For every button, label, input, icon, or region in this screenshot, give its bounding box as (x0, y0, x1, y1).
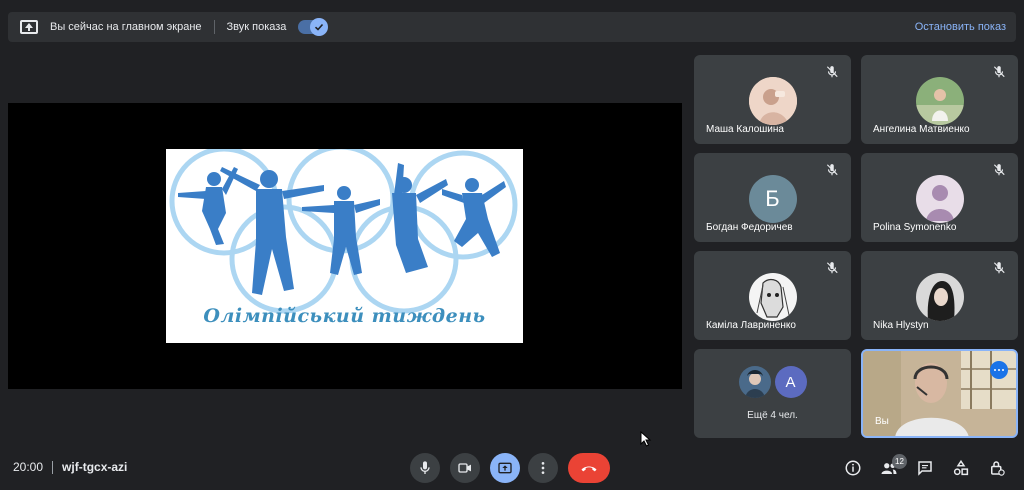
activities-icon (953, 459, 969, 476)
camera-icon (458, 463, 471, 473)
participant-name: Nika Hlystyn (873, 320, 929, 331)
avatar (915, 175, 964, 223)
present-button[interactable] (490, 453, 520, 483)
info-icon (845, 460, 861, 476)
avatar (915, 77, 964, 125)
shared-screen: Олімпійський тиждень (8, 103, 682, 389)
more-participants-label: Ещё 4 чел. (747, 410, 798, 421)
mic-off-icon (826, 66, 838, 78)
avatar (738, 366, 771, 398)
sound-toggle[interactable] (298, 18, 329, 36)
chat-icon (918, 461, 932, 476)
participants-count-badge: 12 (892, 454, 907, 469)
host-controls-icon (991, 461, 1005, 476)
activities-button[interactable] (950, 457, 972, 479)
participant-tile[interactable]: Каміла Лавриненко (694, 251, 851, 340)
mic-icon (420, 461, 430, 474)
more-dots-icon[interactable] (990, 361, 1008, 379)
meeting-code: wjf-tgcx-azi (62, 460, 128, 474)
avatar (748, 77, 797, 125)
avatar (915, 273, 964, 321)
host-controls-button[interactable] (986, 457, 1008, 479)
participant-tile[interactable]: Ангелина Матвиенко (861, 55, 1018, 144)
avatar: А (774, 366, 807, 398)
mic-off-icon (826, 262, 838, 274)
meeting-details-button[interactable] (842, 457, 864, 479)
participant-name: Polina Symonenko (873, 222, 957, 233)
mic-off-icon (993, 262, 1005, 274)
hangup-icon (581, 466, 597, 472)
check-icon (310, 18, 329, 36)
participant-name: Богдан Федоричев (706, 222, 793, 233)
people-button[interactable]: 12 (878, 454, 907, 479)
divider (213, 20, 215, 34)
presenting-bar: Вы сейчас на главном экране Звук показа … (8, 12, 1016, 42)
mic-off-icon (993, 164, 1005, 176)
mic-off-icon (826, 164, 838, 176)
participant-name: Маша Калошина (706, 124, 784, 135)
more-options-button[interactable] (528, 453, 558, 483)
slide-title: Олімпійський тиждень (203, 305, 486, 327)
participant-tile[interactable]: Маша Калошина (694, 55, 851, 144)
divider (52, 460, 54, 474)
self-view-tile[interactable]: Вы (861, 349, 1018, 438)
leave-call-button[interactable] (568, 453, 610, 483)
more-vert-icon (541, 462, 545, 474)
participant-tile[interactable]: Б Богдан Федоричев (694, 153, 851, 242)
avatar (748, 273, 797, 321)
mic-off-icon (993, 66, 1005, 78)
present-icon (498, 462, 512, 474)
mic-button[interactable] (410, 453, 440, 483)
clock: 20:00 (13, 460, 44, 474)
sound-label: Звук показа (226, 21, 287, 33)
avatar: Б (748, 175, 797, 223)
participant-tile[interactable]: Polina Symonenko (861, 153, 1018, 242)
more-participants-tile[interactable]: А Ещё 4 чел. (694, 349, 851, 438)
presenting-status-text: Вы сейчас на главном экране (50, 21, 202, 33)
control-bar: 20:00 wjf-tgcx-azi 12 (0, 448, 1024, 490)
participant-name: Ангелина Матвиенко (873, 124, 970, 135)
camera-button[interactable] (450, 453, 480, 483)
present-screen-icon (20, 20, 38, 34)
avatar-group: А (737, 366, 809, 398)
meeting-info: 20:00 wjf-tgcx-azi (13, 460, 127, 474)
chat-button[interactable] (914, 457, 936, 479)
stop-presenting-button[interactable]: Остановить показ (915, 21, 1006, 33)
mouse-cursor-icon (640, 431, 652, 447)
participant-tile[interactable]: Nika Hlystyn (861, 251, 1018, 340)
participant-name: Каміла Лавриненко (706, 320, 796, 331)
slide: Олімпійський тиждень (166, 149, 523, 343)
self-label: Вы (875, 416, 889, 427)
